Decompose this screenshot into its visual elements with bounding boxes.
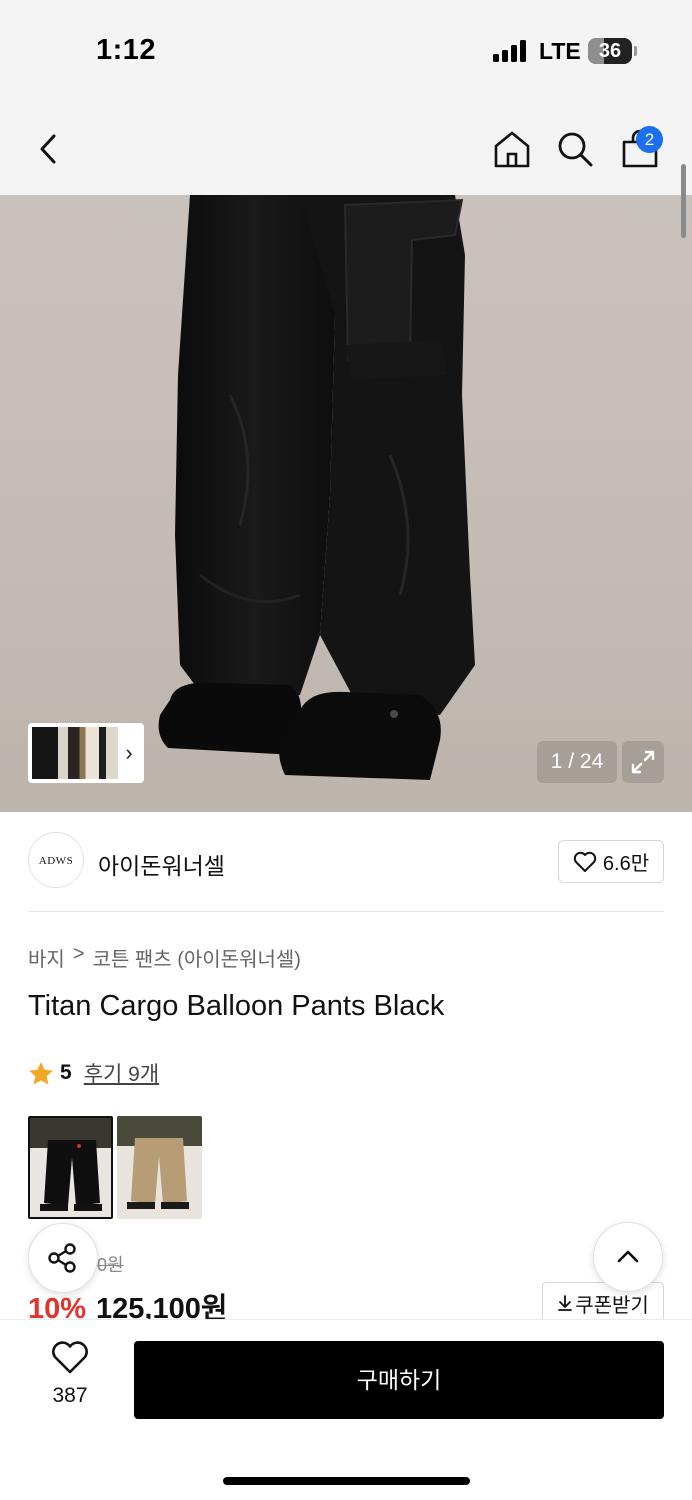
wishlist-button[interactable]: 387	[28, 1341, 112, 1419]
wishlist-count: 387	[52, 1384, 88, 1407]
status-bar: 1:12 LTE 36	[0, 0, 692, 100]
original-price: 0원	[97, 1255, 124, 1275]
cart-count-badge: 2	[636, 126, 663, 153]
buy-button[interactable]: 구매하기	[134, 1341, 664, 1419]
scroll-indicator[interactable]	[681, 164, 686, 238]
search-icon[interactable]	[555, 128, 595, 170]
breadcrumb: 바지 > 코튼 팬츠 (아이돈워너셀)	[28, 943, 301, 972]
signal-icon	[493, 40, 529, 62]
coupon-label: 쿠폰받기	[575, 1294, 649, 1317]
download-icon	[558, 1295, 573, 1311]
heart-icon	[573, 851, 597, 872]
product-main-image[interactable]	[0, 195, 692, 812]
chevron-right-icon: ›	[125, 740, 133, 765]
breadcrumb-category[interactable]: 바지	[28, 943, 65, 972]
chevron-up-icon	[617, 1250, 639, 1263]
brand-like-button[interactable]: 6.6만	[558, 840, 664, 883]
product-title: Titan Cargo Balloon Pants Black	[28, 990, 445, 1022]
color-option-black[interactable]	[28, 1116, 113, 1219]
coupon-download-button[interactable]: 쿠폰받기	[542, 1282, 664, 1324]
share-icon	[48, 1243, 76, 1273]
color-thumb-black-image	[30, 1118, 111, 1217]
color-thumb-beige-image	[117, 1116, 202, 1219]
rating-row: 5 후기 9개	[28, 1058, 159, 1088]
network-label: LTE	[539, 38, 581, 64]
battery-level: 36	[598, 40, 622, 62]
breadcrumb-separator: >	[72, 943, 85, 965]
breadcrumb-subcategory[interactable]: 코튼 팬츠 (아이돈워너셀)	[93, 943, 301, 972]
status-time: 1:12	[96, 34, 157, 66]
battery-nub	[634, 46, 637, 56]
pants-illustration	[158, 195, 475, 780]
back-chevron-icon[interactable]	[30, 128, 70, 170]
divider	[28, 911, 664, 912]
heart-icon	[52, 1341, 88, 1374]
brand-like-count: 6.6만	[602, 853, 650, 875]
star-icon	[29, 1061, 53, 1085]
top-nav-bar	[0, 100, 692, 195]
scroll-to-top-button[interactable]	[593, 1222, 663, 1292]
rating-score: 5	[60, 1061, 72, 1084]
review-count-link[interactable]: 후기 9개	[84, 1058, 159, 1088]
expand-icon[interactable]	[622, 741, 664, 783]
brand-name[interactable]: 아이돈워너셀	[98, 847, 225, 881]
color-option-beige[interactable]	[117, 1116, 202, 1219]
share-button[interactable]	[28, 1223, 98, 1293]
image-counter: 1 / 24	[537, 741, 617, 783]
gallery-thumbnail-strip[interactable]: ›	[28, 723, 144, 783]
gallery-thumbnails	[32, 727, 118, 779]
battery-icon: 36	[588, 38, 632, 64]
home-icon[interactable]	[492, 128, 532, 170]
home-indicator	[223, 1477, 470, 1485]
brand-logo[interactable]: ADWS	[28, 832, 84, 888]
